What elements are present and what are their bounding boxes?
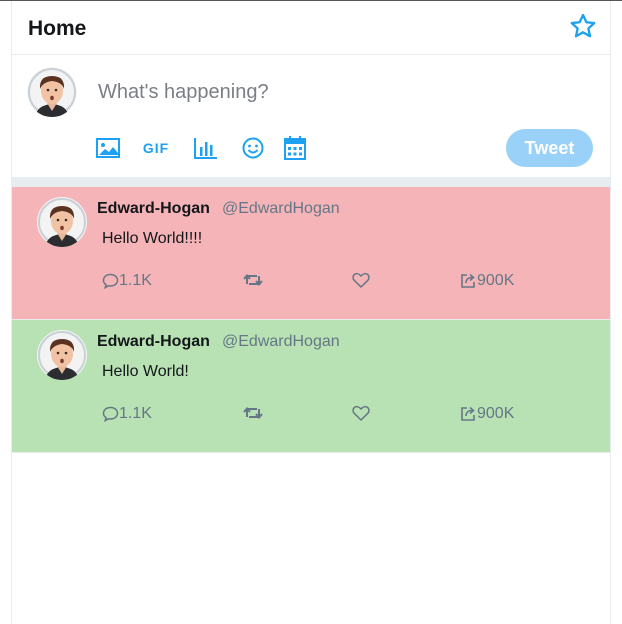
tweet-actions: 1.1K 900K bbox=[12, 405, 610, 425]
tweet-author-handle[interactable]: @EdwardHogan bbox=[222, 200, 340, 218]
tweet-text: Hello World! bbox=[102, 363, 189, 380]
retweet-icon bbox=[243, 272, 263, 288]
tweet-author-handle[interactable]: @EdwardHogan bbox=[222, 333, 340, 351]
avatar bbox=[27, 67, 77, 117]
poll-icon[interactable] bbox=[193, 135, 219, 161]
tweet-card[interactable]: Edward-Hogan @EdwardHogan Hello World!!!… bbox=[12, 187, 610, 320]
home-feed: Home What's happening? GIF Tweet Edward-… bbox=[11, 1, 611, 624]
tweet-actions: 1.1K 900K bbox=[12, 272, 610, 292]
tweet-author-name[interactable]: Edward-Hogan bbox=[97, 333, 210, 351]
share-icon bbox=[460, 406, 477, 422]
image-icon[interactable] bbox=[95, 135, 121, 161]
avatar[interactable] bbox=[37, 197, 87, 247]
share-button[interactable]: 900K bbox=[460, 272, 514, 290]
heart-icon bbox=[352, 272, 370, 288]
tweet-button[interactable]: Tweet bbox=[506, 129, 593, 167]
emoji-icon[interactable] bbox=[240, 135, 266, 161]
share-count: 900K bbox=[477, 405, 515, 422]
compose-input[interactable]: What's happening? bbox=[98, 81, 269, 104]
comment-icon bbox=[102, 273, 119, 289]
tweet-card[interactable]: Edward-Hogan @EdwardHogan Hello World! 1… bbox=[12, 320, 610, 453]
reply-count: 1.1K bbox=[119, 405, 152, 422]
heart-icon bbox=[352, 405, 370, 421]
page-header: Home bbox=[12, 1, 610, 55]
tweet-composer: What's happening? GIF Tweet bbox=[12, 55, 610, 177]
like-button[interactable] bbox=[352, 272, 370, 288]
retweet-button[interactable] bbox=[243, 272, 263, 288]
reply-button[interactable]: 1.1K bbox=[102, 272, 152, 290]
share-icon bbox=[460, 273, 477, 289]
avatar[interactable] bbox=[37, 330, 87, 380]
tweet-text: Hello World!!!! bbox=[102, 230, 203, 247]
star-icon[interactable] bbox=[569, 12, 597, 40]
gif-label: GIF bbox=[142, 140, 170, 156]
tweet-author-name[interactable]: Edward-Hogan bbox=[97, 200, 210, 218]
share-count: 900K bbox=[477, 272, 515, 289]
page-title: Home bbox=[28, 17, 87, 40]
like-button[interactable] bbox=[352, 405, 370, 421]
section-divider bbox=[12, 177, 610, 187]
reply-count: 1.1K bbox=[119, 272, 152, 289]
gif-icon[interactable]: GIF bbox=[141, 135, 171, 161]
comment-icon bbox=[102, 406, 119, 422]
share-button[interactable]: 900K bbox=[460, 405, 514, 423]
retweet-icon bbox=[243, 405, 263, 421]
reply-button[interactable]: 1.1K bbox=[102, 405, 152, 423]
schedule-icon[interactable] bbox=[282, 135, 308, 161]
retweet-button[interactable] bbox=[243, 405, 263, 421]
